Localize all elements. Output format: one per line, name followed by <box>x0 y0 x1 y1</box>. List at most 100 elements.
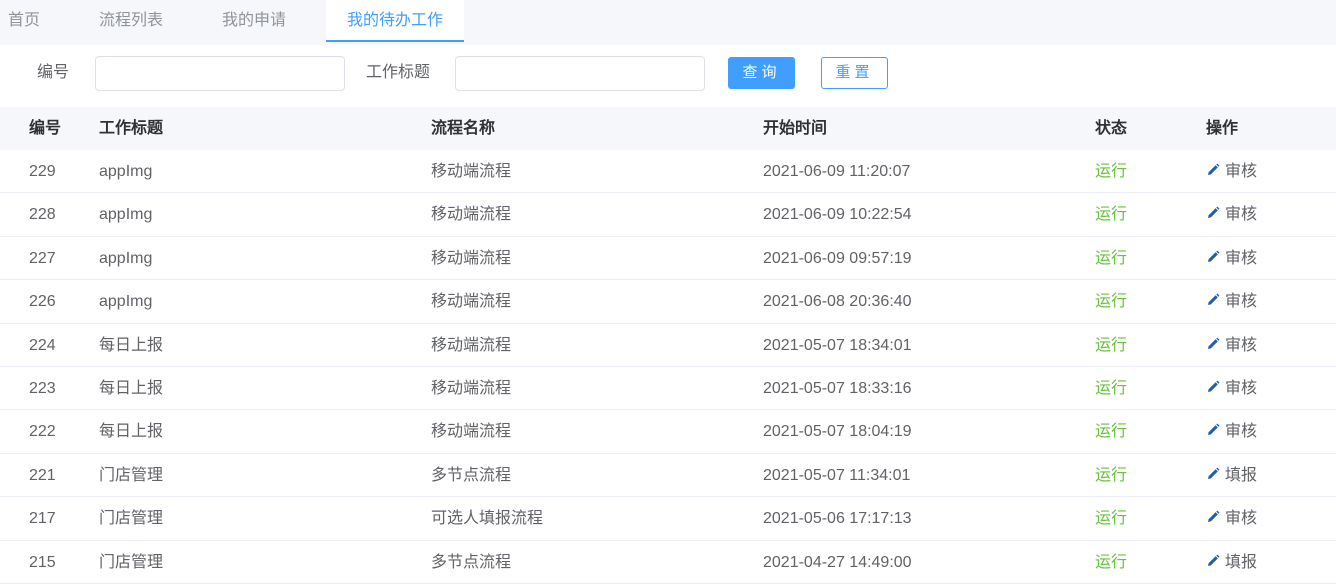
row-work-title: 每日上报 <box>99 423 164 441</box>
query-button[interactable]: 查询 <box>728 57 795 89</box>
row-number: 224 <box>29 336 56 354</box>
table-row: 226 appImg 移动端流程 2021-06-08 20:36:40 运行 … <box>0 280 1336 324</box>
row-action-label: 审核 <box>1225 423 1258 441</box>
row-number: 226 <box>29 293 56 311</box>
row-action-label: 填报 <box>1225 553 1258 571</box>
pencil-icon <box>1208 510 1220 523</box>
row-flow-name: 移动端流程 <box>431 293 512 311</box>
row-action-label: 审核 <box>1225 293 1258 311</box>
row-start-time: 2021-06-08 20:36:40 <box>763 293 912 311</box>
column-header-flow-name: 流程名称 <box>431 120 496 137</box>
tab-home[interactable]: 首页 <box>8 0 40 42</box>
row-work-title: 每日上报 <box>99 379 164 397</box>
column-header-number: 编号 <box>29 120 62 137</box>
row-action-link[interactable]: 审核 <box>1206 497 1257 540</box>
row-start-time: 2021-05-07 18:34:01 <box>763 336 912 354</box>
row-status: 运行 <box>1095 510 1128 528</box>
row-status: 运行 <box>1095 206 1128 224</box>
table-row: 229 appImg 移动端流程 2021-06-09 11:20:07 运行 … <box>0 150 1336 194</box>
row-number: 227 <box>29 249 56 267</box>
row-status: 运行 <box>1095 163 1128 180</box>
row-flow-name: 移动端流程 <box>431 379 512 397</box>
column-header-start-time: 开始时间 <box>763 120 828 137</box>
row-work-title: 门店管理 <box>99 510 164 528</box>
row-work-title: 每日上报 <box>99 336 164 354</box>
pencil-icon <box>1208 293 1220 306</box>
number-label: 编号 <box>37 64 70 81</box>
pending-work-table: 编号 工作标题 流程名称 开始时间 状态 操作 229 appImg 移动端流程… <box>0 107 1336 584</box>
row-action-link[interactable]: 审核 <box>1206 324 1257 367</box>
row-action-label: 审核 <box>1225 379 1258 397</box>
row-work-title: appImg <box>99 163 153 180</box>
pencil-icon <box>1208 554 1220 566</box>
pencil-icon <box>1208 423 1220 436</box>
row-number: 228 <box>29 206 56 224</box>
row-start-time: 2021-06-09 09:57:19 <box>763 249 912 267</box>
row-action-link[interactable]: 审核 <box>1206 367 1257 410</box>
row-start-time: 2021-05-07 18:04:19 <box>763 423 912 441</box>
column-header-work-title: 工作标题 <box>99 120 164 137</box>
number-input[interactable] <box>95 56 345 91</box>
reset-button[interactable]: 重置 <box>821 57 888 89</box>
row-work-title: appImg <box>99 206 153 224</box>
row-action-link[interactable]: 审核 <box>1206 410 1257 453</box>
row-start-time: 2021-05-07 18:33:16 <box>763 379 912 397</box>
tab-process-list[interactable]: 流程列表 <box>99 0 163 42</box>
row-start-time: 2021-06-09 11:20:07 <box>763 163 911 180</box>
pencil-icon <box>1208 337 1220 349</box>
row-action-link[interactable]: 审核 <box>1206 237 1257 280</box>
row-action-label: 审核 <box>1225 510 1258 528</box>
table-row: 223 每日上报 移动端流程 2021-05-07 18:33:16 运行 审核 <box>0 367 1336 411</box>
row-action-link[interactable]: 审核 <box>1206 193 1257 236</box>
table-row: 222 每日上报 移动端流程 2021-05-07 18:04:19 运行 审核 <box>0 410 1336 454</box>
row-status: 运行 <box>1095 336 1128 354</box>
row-flow-name: 移动端流程 <box>431 206 512 224</box>
row-flow-name: 可选人填报流程 <box>431 510 544 528</box>
row-status: 运行 <box>1095 553 1128 571</box>
row-status: 运行 <box>1095 293 1128 311</box>
row-number: 215 <box>29 553 56 571</box>
row-work-title: 门店管理 <box>99 466 164 484</box>
table-row: 215 门店管理 多节点流程 2021-04-27 14:49:00 运行 填报 <box>0 541 1336 584</box>
row-flow-name: 多节点流程 <box>431 466 512 484</box>
table-header: 编号 工作标题 流程名称 开始时间 状态 操作 <box>0 107 1336 150</box>
row-flow-name: 移动端流程 <box>431 163 512 180</box>
row-number: 217 <box>29 510 56 528</box>
row-number: 229 <box>29 163 56 180</box>
pencil-icon <box>1208 250 1220 262</box>
table-row: 227 appImg 移动端流程 2021-06-09 09:57:19 运行 … <box>0 237 1336 281</box>
row-number: 221 <box>29 466 56 484</box>
search-form: 编号 工作标题 查询 重置 <box>0 45 1336 107</box>
tab-bar: 首页 流程列表 我的申请 我的待办工作 <box>0 0 1336 45</box>
row-start-time: 2021-04-27 14:49:00 <box>763 553 912 571</box>
work-title-input[interactable] <box>455 56 705 91</box>
row-work-title: appImg <box>99 249 153 267</box>
row-action-link[interactable]: 审核 <box>1206 150 1257 193</box>
table-row: 221 门店管理 多节点流程 2021-05-07 11:34:01 运行 填报 <box>0 454 1336 498</box>
row-action-label: 审核 <box>1225 163 1258 180</box>
row-status: 运行 <box>1095 466 1128 484</box>
pencil-icon <box>1208 467 1220 479</box>
row-start-time: 2021-05-06 17:17:13 <box>763 510 912 528</box>
row-action-link[interactable]: 审核 <box>1206 280 1257 323</box>
work-title-label: 工作标题 <box>366 64 431 81</box>
tab-my-pending-work[interactable]: 我的待办工作 <box>326 0 465 42</box>
table-row: 217 门店管理 可选人填报流程 2021-05-06 17:17:13 运行 … <box>0 497 1336 541</box>
row-status: 运行 <box>1095 423 1128 441</box>
table-body: 229 appImg 移动端流程 2021-06-09 11:20:07 运行 … <box>0 150 1336 584</box>
row-action-label: 填报 <box>1225 466 1258 484</box>
row-flow-name: 移动端流程 <box>431 336 512 354</box>
row-action-label: 审核 <box>1225 249 1258 267</box>
row-work-title: appImg <box>99 293 153 311</box>
tab-my-applications[interactable]: 我的申请 <box>222 0 286 42</box>
row-action-link[interactable]: 填报 <box>1206 541 1257 584</box>
pencil-icon <box>1208 380 1220 392</box>
row-action-link[interactable]: 填报 <box>1206 454 1257 497</box>
row-action-label: 审核 <box>1225 336 1258 354</box>
table-row: 228 appImg 移动端流程 2021-06-09 10:22:54 运行 … <box>0 193 1336 237</box>
column-header-actions: 操作 <box>1206 120 1239 137</box>
row-status: 运行 <box>1095 379 1128 397</box>
row-flow-name: 多节点流程 <box>431 553 512 571</box>
row-flow-name: 移动端流程 <box>431 423 512 441</box>
row-number: 223 <box>29 379 56 397</box>
